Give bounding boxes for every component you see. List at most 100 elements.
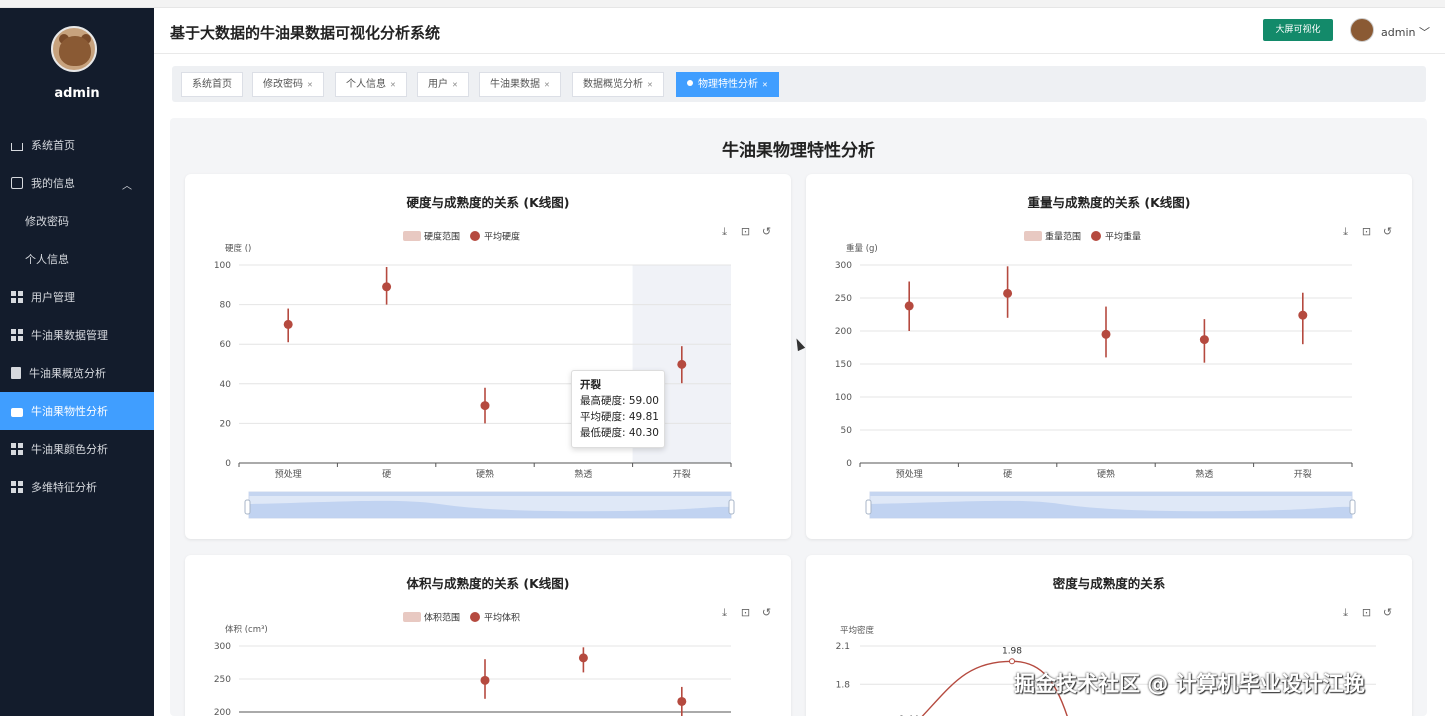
legend-avg-label: 平均硬度 bbox=[484, 231, 520, 243]
hardness-chart[interactable]: 硬度范围 平均硬度硬度 () 0 20 40 60 80 100 预处理 硬 硬熟 熟透 开裂 bbox=[185, 174, 791, 539]
close-icon[interactable]: ✕ bbox=[452, 81, 458, 89]
grid-icon bbox=[11, 443, 23, 455]
grid-icon bbox=[11, 481, 23, 493]
sidebar-item-overview[interactable]: 牛油果概览分析 bbox=[0, 354, 154, 392]
x-tick-label: 硬熟 bbox=[476, 468, 494, 480]
y-tick-label: 300 bbox=[214, 642, 231, 652]
avg-point bbox=[1101, 329, 1111, 339]
avg-point bbox=[480, 675, 490, 685]
close-icon[interactable]: ✕ bbox=[390, 81, 396, 89]
big-screen-button[interactable]: 大屏可视化 bbox=[1263, 19, 1333, 41]
x-tick-label: 硬 bbox=[1003, 469, 1012, 480]
legend-avg-label: 平均重量 bbox=[1105, 231, 1141, 243]
tab-avocado-data[interactable]: 牛油果数据 ✕ bbox=[479, 72, 561, 97]
y-tick-label: 200 bbox=[835, 327, 852, 337]
sidebar-menu: 系统首页 我的信息 ︿ 修改密码 个人信息 用户管理 牛油果数据管理 牛油果概览分… bbox=[0, 126, 154, 506]
tab-data-overview[interactable]: 数据概览分析 ✕ bbox=[572, 72, 664, 97]
chart-card-volume: 体积与成熟度的关系 (K线图) ⤓ ⊡ ↺ 体积范围 平均体积 体积 (cm³) 200 2… bbox=[185, 555, 791, 716]
avg-point bbox=[382, 282, 392, 292]
datazoom-handle-left bbox=[865, 499, 872, 515]
app-title: 基于大数据的牛油果数据可视化分析系统 bbox=[170, 24, 441, 42]
legend-range-label: 硬度范围 bbox=[424, 231, 460, 243]
top-header: 基于大数据的牛油果数据可视化分析系统 大屏可视化 admin ﹀ bbox=[154, 8, 1445, 54]
y-tick-label: 150 bbox=[835, 360, 852, 370]
datazoom-handle-left bbox=[244, 499, 251, 515]
y-tick-label: 2.1 bbox=[836, 642, 850, 652]
sidebar-item-users[interactable]: 用户管理 bbox=[0, 278, 154, 316]
density-point bbox=[1009, 658, 1015, 665]
y-tick-label: 200 bbox=[214, 708, 231, 716]
briefcase-icon bbox=[11, 407, 23, 417]
legend-avg-swatch bbox=[470, 231, 480, 241]
avg-point bbox=[677, 359, 687, 369]
x-tick-label: 熟透 bbox=[1195, 468, 1213, 480]
y-tick-label: 100 bbox=[835, 393, 852, 403]
y-tick-label: 60 bbox=[220, 340, 232, 350]
close-icon[interactable]: ✕ bbox=[762, 81, 768, 89]
legend-range-swatch bbox=[1024, 231, 1042, 241]
avg-point bbox=[1003, 288, 1013, 298]
tab-physical-analysis[interactable]: 物理特性分析 ✕ bbox=[676, 72, 779, 97]
sidebar-item-home[interactable]: 系统首页 bbox=[0, 126, 154, 164]
y-tick-label: 250 bbox=[214, 675, 231, 685]
tab-personal-info[interactable]: 个人信息 ✕ bbox=[335, 72, 407, 97]
sidebar-avatar[interactable] bbox=[51, 26, 97, 72]
avg-point bbox=[677, 696, 687, 706]
y-axis-label: 平均密度 bbox=[840, 625, 875, 636]
chart-card-weight: 重量与成熟度的关系 (K线图) ⤓ ⊡ ↺ 重量范围 平均重量 重量 (g) 0 50 100… bbox=[806, 174, 1412, 539]
avg-point bbox=[578, 653, 588, 663]
book-icon bbox=[11, 367, 21, 379]
y-tick-label: 40 bbox=[220, 380, 232, 390]
y-tick-label: 0 bbox=[846, 459, 852, 469]
header-avatar[interactable] bbox=[1350, 18, 1374, 42]
avg-point bbox=[283, 319, 293, 329]
sidebar-item-physical[interactable]: 牛油果物性分析 bbox=[0, 392, 154, 430]
legend-range-label: 体积范围 bbox=[424, 612, 460, 624]
y-tick-label: 300 bbox=[835, 261, 852, 271]
window-top-strip bbox=[0, 0, 1445, 8]
close-icon[interactable]: ✕ bbox=[544, 81, 550, 89]
datazoom-bar bbox=[249, 492, 731, 496]
y-axis-label: 硬度 () bbox=[225, 243, 251, 254]
tab-home[interactable]: 系统首页 bbox=[181, 72, 243, 97]
y-tick-label: 50 bbox=[841, 426, 853, 436]
sidebar-item-color[interactable]: 牛油果颜色分析 bbox=[0, 430, 154, 468]
sidebar: admin 系统首页 我的信息 ︿ 修改密码 个人信息 用户管理 牛油果数据管理 … bbox=[0, 8, 154, 716]
tab-users[interactable]: 用户 ✕ bbox=[417, 72, 469, 97]
legend-range-swatch bbox=[403, 612, 421, 622]
close-icon[interactable]: ✕ bbox=[307, 81, 313, 89]
datazoom-bar bbox=[870, 492, 1352, 496]
legend-range-swatch bbox=[403, 231, 421, 241]
avg-point bbox=[1199, 335, 1209, 345]
legend-avg-label: 平均体积 bbox=[484, 612, 520, 624]
y-tick-label: 80 bbox=[220, 301, 232, 311]
avg-point bbox=[904, 301, 914, 311]
y-tick-label: 20 bbox=[220, 419, 232, 429]
volume-chart[interactable]: 体积范围 平均体积体积 (cm³) 200 250 300 bbox=[185, 555, 791, 716]
y-tick-label: 100 bbox=[214, 261, 231, 271]
user-menu[interactable]: admin ﹀ bbox=[1381, 24, 1430, 40]
sidebar-item-avocado-data[interactable]: 牛油果数据管理 bbox=[0, 316, 154, 354]
x-tick-label: 硬 bbox=[382, 469, 391, 480]
grid-icon bbox=[11, 329, 23, 341]
sidebar-item-my-info[interactable]: 我的信息 ︿ bbox=[0, 164, 154, 202]
x-tick-label: 预处理 bbox=[275, 468, 302, 480]
chevron-down-icon: ﹀ bbox=[1418, 26, 1430, 39]
legend-range-label: 重量范围 bbox=[1045, 231, 1081, 243]
y-tick-label: 0 bbox=[225, 459, 231, 469]
x-tick-label: 熟透 bbox=[574, 468, 592, 480]
sidebar-item-change-password[interactable]: 修改密码 bbox=[0, 202, 154, 240]
watermark: 掘金技术社区 @ 计算机毕业设计江挽 bbox=[1014, 672, 1365, 696]
x-tick-label: 开裂 bbox=[673, 469, 691, 480]
data-label: 1.98 bbox=[1002, 646, 1022, 656]
sidebar-item-personal-info[interactable]: 个人信息 bbox=[0, 240, 154, 278]
x-tick-label: 预处理 bbox=[896, 468, 923, 480]
x-tick-label: 开裂 bbox=[1294, 469, 1312, 480]
sidebar-item-multi[interactable]: 多维特征分析 bbox=[0, 468, 154, 506]
tab-change-password[interactable]: 修改密码 ✕ bbox=[252, 72, 324, 97]
chevron-up-icon: ︿ bbox=[122, 181, 132, 192]
close-icon[interactable]: ✕ bbox=[647, 81, 653, 89]
chart-tooltip: 开裂 最高硬度: 59.00 平均硬度: 49.81 最低硬度: 40.30 bbox=[571, 370, 665, 448]
home-icon bbox=[11, 142, 23, 151]
weight-chart[interactable]: 重量范围 平均重量重量 (g) 0 50 100 150 200 250 300 预处理 硬 硬熟 熟透… bbox=[806, 174, 1412, 539]
